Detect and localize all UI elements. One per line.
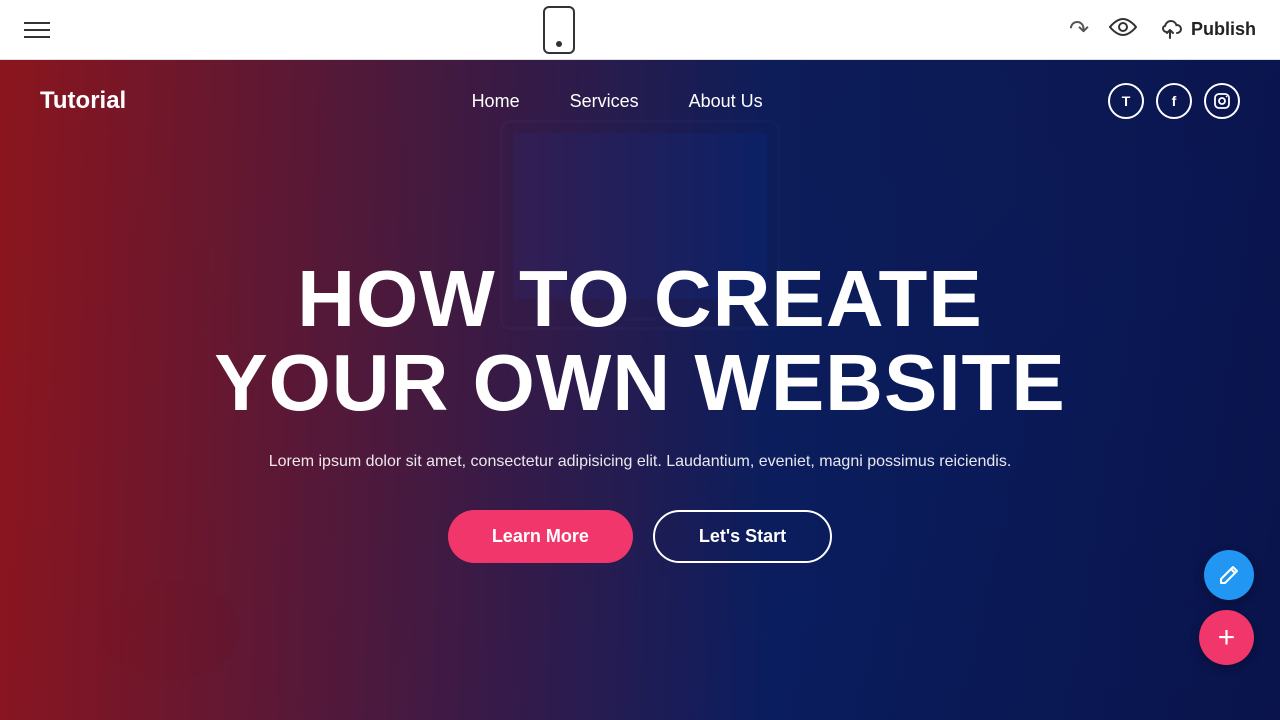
site-logo: Tutorial xyxy=(40,87,126,115)
hero-section: Tutorial Home Services About Us T f xyxy=(0,60,1280,720)
toolbar-center xyxy=(543,6,575,54)
cloud-upload-icon xyxy=(1157,19,1183,41)
hero-buttons: Learn More Let's Start xyxy=(214,510,1066,563)
mobile-preview-icon[interactable] xyxy=(543,6,575,54)
twitter-icon[interactable]: T xyxy=(1108,83,1144,119)
instagram-icon[interactable] xyxy=(1204,83,1240,119)
fab-pencil-button[interactable] xyxy=(1204,550,1254,600)
preview-eye-icon[interactable] xyxy=(1109,17,1137,43)
learn-more-button[interactable]: Learn More xyxy=(448,510,633,563)
nav-links: Home Services About Us xyxy=(472,91,763,112)
facebook-icon[interactable]: f xyxy=(1156,83,1192,119)
undo-icon[interactable]: ↶ xyxy=(1069,15,1089,44)
hero-title: HOW TO CREATE YOUR OWN WEBSITE xyxy=(214,257,1066,425)
hero-title-line2: YOUR OWN WEBSITE xyxy=(214,338,1066,427)
site-navigation: Tutorial Home Services About Us T f xyxy=(0,60,1280,142)
toolbar-right: ↶ Publish xyxy=(1069,15,1256,44)
website-preview: Tutorial Home Services About Us T f xyxy=(0,60,1280,720)
hero-title-line1: HOW TO CREATE xyxy=(297,254,983,343)
publish-button[interactable]: Publish xyxy=(1157,19,1256,41)
nav-home[interactable]: Home xyxy=(472,91,520,112)
hero-content: HOW TO CREATE YOUR OWN WEBSITE Lorem ips… xyxy=(194,257,1086,564)
social-icons: T f xyxy=(1108,83,1240,119)
fab-add-button[interactable]: + xyxy=(1199,610,1254,665)
hero-subtitle: Lorem ipsum dolor sit amet, consectetur … xyxy=(214,449,1066,475)
lets-start-button[interactable]: Let's Start xyxy=(653,510,832,563)
toolbar: ↶ Publish xyxy=(0,0,1280,60)
hamburger-menu-icon[interactable] xyxy=(24,22,50,38)
nav-services[interactable]: Services xyxy=(570,91,639,112)
publish-label: Publish xyxy=(1191,19,1256,40)
toolbar-left xyxy=(24,22,50,38)
nav-about[interactable]: About Us xyxy=(689,91,763,112)
